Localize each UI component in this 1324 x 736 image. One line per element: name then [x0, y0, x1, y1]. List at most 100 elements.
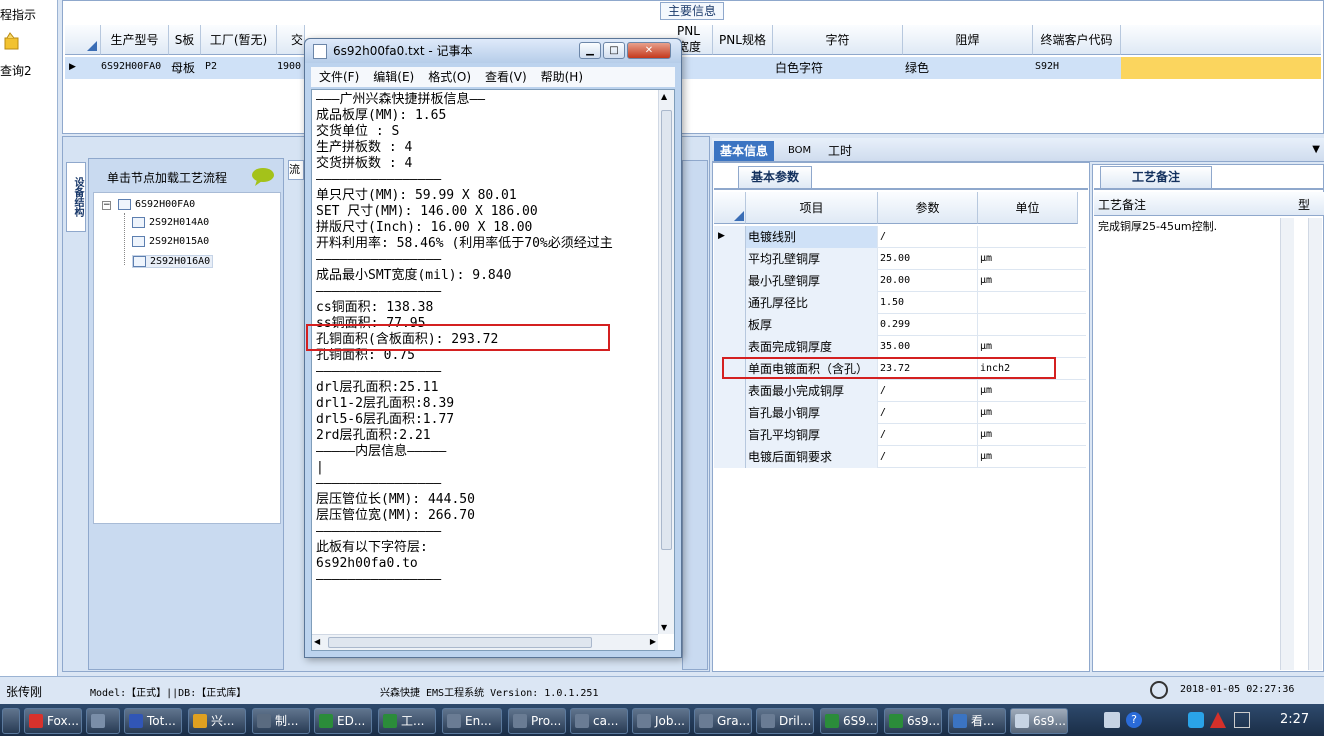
network-icon[interactable]: [1188, 712, 1204, 728]
cell-item[interactable]: 电镀线别: [746, 226, 878, 248]
notepad-line[interactable]: drl5-6层孔面积:1.77: [316, 412, 656, 428]
taskbar-clock[interactable]: 2:27: [1280, 712, 1309, 727]
notepad-line[interactable]: 生产拼板数 : 4: [316, 140, 656, 156]
scroll-up-icon[interactable]: ▲: [661, 92, 667, 101]
cell-param[interactable]: /: [878, 380, 978, 402]
notepad-hscrollbar[interactable]: ◀ ▶: [312, 634, 658, 650]
scroll-right-icon[interactable]: ▶: [650, 637, 656, 646]
table-row[interactable]: 表面最小完成铜厚 / μm: [714, 380, 1086, 402]
cell-param[interactable]: 1.50: [878, 292, 978, 314]
col-header-model[interactable]: 生产型号: [101, 25, 169, 55]
taskbar-item[interactable]: 兴...: [188, 708, 246, 734]
cell-param[interactable]: /: [878, 226, 978, 248]
cell-param[interactable]: /: [878, 402, 978, 424]
taskbar-item[interactable]: 制...: [252, 708, 310, 734]
tree-node-child[interactable]: 2S92H016A0: [132, 255, 214, 268]
notepad-line[interactable]: ————————————————: [316, 476, 656, 492]
cell-param[interactable]: 20.00: [878, 270, 978, 292]
notepad-line[interactable]: 成品最小SMT宽度(mil): 9.840: [316, 268, 656, 284]
flow-tab[interactable]: 流: [288, 160, 304, 180]
maximize-button[interactable]: □: [603, 42, 625, 59]
hscroll-thumb[interactable]: [328, 637, 592, 648]
cell-param[interactable]: 35.00: [878, 336, 978, 358]
row-header[interactable]: [714, 292, 746, 314]
cell-item[interactable]: 表面完成铜厚度: [746, 336, 878, 358]
taskbar-item[interactable]: Dril...: [756, 708, 814, 734]
cell-param[interactable]: 0.299: [878, 314, 978, 336]
taskbar-item[interactable]: 6s9...: [884, 708, 942, 734]
notepad-vscrollbar[interactable]: ▲ ▼: [658, 90, 674, 634]
tab-dropdown-icon[interactable]: ▼: [1312, 144, 1320, 155]
notepad-line[interactable]: drl1-2层孔面积:8.39: [316, 396, 656, 412]
row-header[interactable]: [714, 380, 746, 402]
table-row[interactable]: 电镀后面铜要求 / μm: [714, 446, 1086, 468]
subtab-remark[interactable]: 工艺备注: [1100, 166, 1212, 188]
row-header[interactable]: [714, 314, 746, 336]
cell-char[interactable]: 白色字符: [775, 59, 823, 76]
menu-view[interactable]: 查看(V): [485, 67, 527, 87]
menu-help[interactable]: 帮助(H): [541, 67, 583, 87]
cell-unit[interactable]: [978, 226, 1078, 248]
notepad-line[interactable]: ————————————————: [316, 284, 656, 300]
remark-scrollbar-2[interactable]: [1308, 218, 1322, 670]
close-button[interactable]: ✕: [627, 42, 671, 59]
taskbar-item[interactable]: Pro...: [508, 708, 566, 734]
cell-item[interactable]: 表面最小完成铜厚: [746, 380, 878, 402]
alert-icon[interactable]: [1210, 712, 1226, 728]
folder-icon[interactable]: [4, 32, 20, 52]
taskbar-item[interactable]: Fox...: [24, 708, 82, 734]
remark-header-2[interactable]: 型: [1294, 192, 1324, 216]
col-header-customer-code[interactable]: 终端客户代码: [1033, 25, 1121, 55]
col-header-char[interactable]: 字符: [773, 25, 903, 55]
row-header[interactable]: ▶: [714, 226, 746, 248]
left-nav-label-2[interactable]: 查询2: [0, 62, 32, 79]
cell-mask[interactable]: 绿色: [905, 59, 929, 76]
taskbar-item[interactable]: Job...: [632, 708, 690, 734]
subtab-basic-params[interactable]: 基本参数: [738, 166, 812, 188]
scroll-thumb[interactable]: [661, 110, 672, 550]
remark-text[interactable]: 完成铜厚25-45um控制.: [1098, 218, 1217, 234]
col-header-param[interactable]: 参数: [878, 192, 978, 224]
notepad-line[interactable]: 单只尺寸(MM): 59.99 X 80.01: [316, 188, 656, 204]
notepad-line[interactable]: ————————————————: [316, 364, 656, 380]
table-row[interactable]: 盲孔平均铜厚 / μm: [714, 424, 1086, 446]
taskbar-item[interactable]: [86, 708, 120, 734]
scroll-down-icon[interactable]: ▼: [661, 623, 667, 632]
cell-item[interactable]: 电镀后面铜要求: [746, 446, 878, 468]
taskbar-item[interactable]: 6S9...: [820, 708, 878, 734]
display-icon[interactable]: [1234, 712, 1250, 728]
col-header-item[interactable]: 项目: [746, 192, 878, 224]
menu-format[interactable]: 格式(O): [428, 67, 471, 87]
cell-item[interactable]: 盲孔最小铜厚: [746, 402, 878, 424]
table-row[interactable]: 最小孔壁铜厚 20.00 μm: [714, 270, 1086, 292]
cell-unit[interactable]: μm: [978, 446, 1078, 468]
notepad-line[interactable]: ————————————————: [316, 572, 656, 588]
row-header[interactable]: [714, 446, 746, 468]
menu-edit[interactable]: 编辑(E): [373, 67, 414, 87]
col-header-factory[interactable]: 工厂(暂无): [201, 25, 277, 55]
table-row[interactable]: 平均孔壁铜厚 25.00 μm: [714, 248, 1086, 270]
notepad-line[interactable]: 2rd层孔面积:2.21: [316, 428, 656, 444]
notepad-line[interactable]: 交货拼板数 : 4: [316, 156, 656, 172]
cell-param[interactable]: /: [878, 446, 978, 468]
notepad-line[interactable]: 层压管位长(MM): 444.50: [316, 492, 656, 508]
col-header-board[interactable]: S板: [169, 25, 201, 55]
cell-unit[interactable]: μm: [978, 270, 1078, 292]
cell-unit[interactable]: μm: [978, 380, 1078, 402]
speech-bubble-icon[interactable]: [251, 167, 275, 186]
col-header-pnl-width[interactable]: PNL宽度: [677, 24, 713, 55]
start-button[interactable]: [2, 708, 20, 734]
cell-item[interactable]: 最小孔壁铜厚: [746, 270, 878, 292]
notepad-line[interactable]: drl层孔面积:25.11: [316, 380, 656, 396]
cell-board[interactable]: 母板: [171, 59, 195, 76]
notepad-editor[interactable]: ———广州兴森快捷拼板信息—— 成品板厚(MM): 1.65 交货单位 : S 生产拼…: [311, 89, 675, 651]
cell-item[interactable]: 盲孔平均铜厚: [746, 424, 878, 446]
tab-basic-info[interactable]: 基本信息: [714, 141, 775, 161]
notepad-line[interactable]: 层压管位宽(MM): 266.70: [316, 508, 656, 524]
tree-node-child[interactable]: 2S92H014A0: [132, 217, 209, 228]
notepad-line[interactable]: 成品板厚(MM): 1.65: [316, 108, 656, 124]
tree-node-root[interactable]: 6S92H00FA0: [118, 199, 195, 210]
taskbar-item[interactable]: 看...: [948, 708, 1006, 734]
row-header[interactable]: [714, 270, 746, 292]
remark-header[interactable]: 工艺备注: [1094, 192, 1294, 216]
